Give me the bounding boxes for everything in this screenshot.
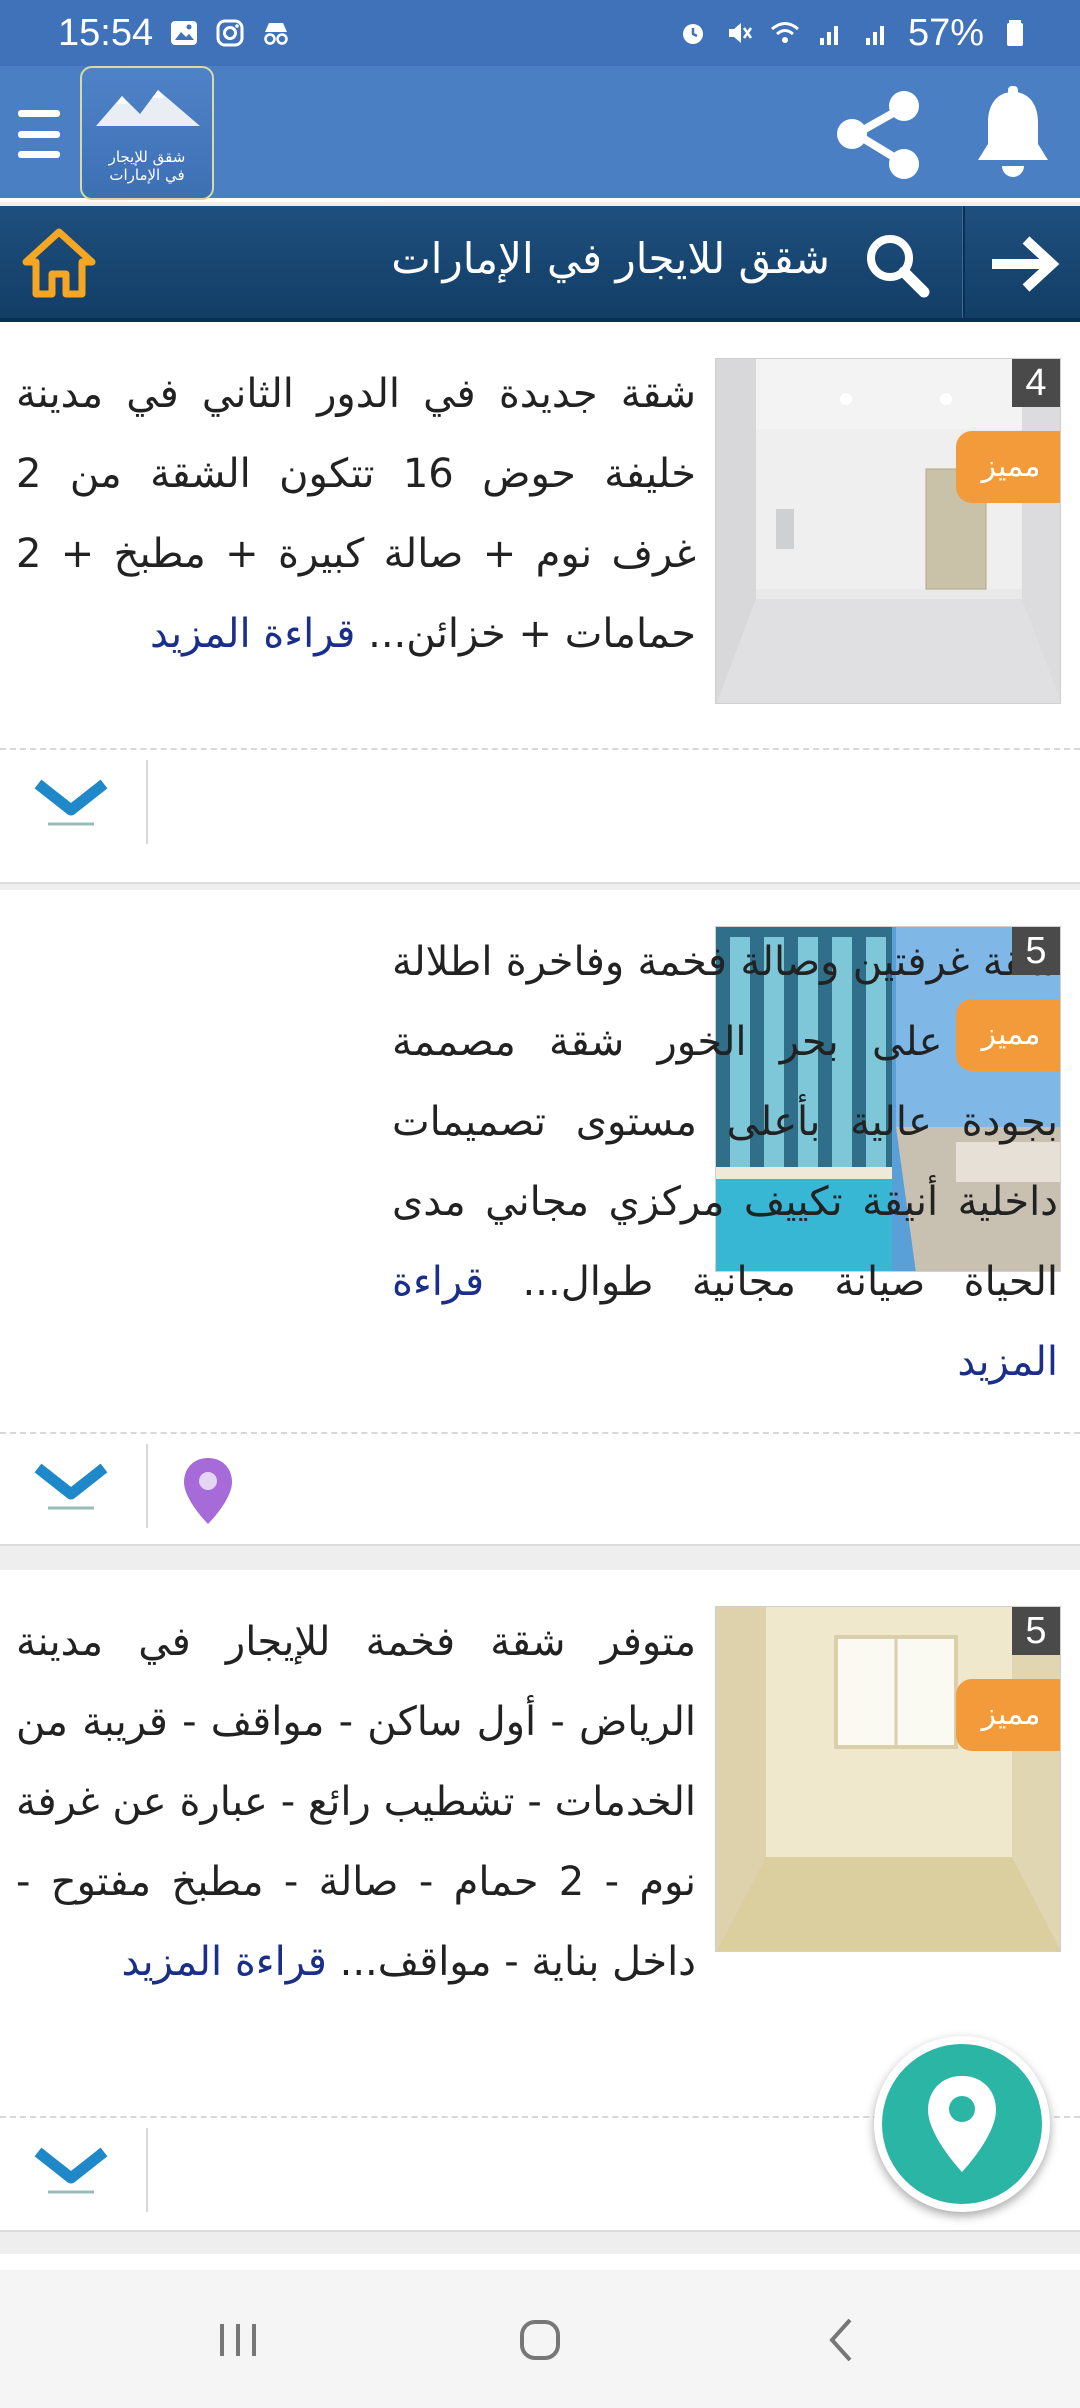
action-separator [146,1444,148,1528]
back-icon[interactable] [812,2310,872,2370]
system-nav-bar [0,2270,1080,2408]
mountain-icon [96,90,200,126]
chevron-down-icon[interactable] [34,2144,108,2198]
location-pin-icon [928,2076,996,2172]
home-button-icon[interactable] [510,2310,570,2370]
incognito-icon [264,23,288,45]
battery-percent: 57% [907,11,984,54]
action-separator [146,760,148,844]
battery-icon [1007,20,1023,46]
menu-icon[interactable] [18,106,60,162]
featured-badge: مميز [956,431,1060,503]
alarm-icon [682,24,703,44]
app-bar: شقق للإيجار في الإمارات [0,66,1080,202]
logo-line2: في الإمارات [109,166,185,184]
read-more-link[interactable]: قراءة المزيد [121,1939,326,1985]
share-icon[interactable] [828,84,928,184]
search-icon[interactable] [862,230,932,300]
photo-count: 4 [1012,359,1060,407]
logo-line1: شقق للإيجار [108,148,186,166]
status-time: 15:54 [58,11,154,54]
listing-description: شقة جديدة في الدور الثاني في مدينة خليفة… [16,354,696,674]
listing-photo[interactable]: 4 مميز [715,358,1061,704]
listing-photo[interactable]: 5 مميز [715,1606,1061,1952]
signal-icon [819,26,838,45]
listing-description: شقة غرفتين وصالة فخمة وفاخرة اطلالة رائع… [22,922,1058,1402]
home-icon[interactable] [22,228,96,298]
card-actions [0,1434,1080,1530]
apartment-photo [716,359,1060,703]
status-bar: 15:54 57% [0,0,1080,66]
search-bar-separator [962,206,965,318]
mute-icon [728,23,752,43]
notification-bell-icon[interactable] [970,86,1056,182]
instagram-icon [216,19,244,47]
chevron-down-icon[interactable] [34,1460,108,1514]
recent-apps-icon[interactable] [208,2310,268,2370]
app-logo[interactable]: شقق للإيجار في الإمارات [80,66,214,200]
forward-arrow-icon[interactable] [988,234,1060,294]
gallery-icon [171,21,198,45]
description-text: شقة غرفتين وصالة فخمة وفاخرة اطلالة رائع… [392,939,1058,1305]
map-fab-button[interactable] [874,2036,1050,2212]
listing-card[interactable]: 5 مميز شقة غرفتين وصالة فخمة وفاخرة اطلا… [0,890,1080,1546]
description-text: شقة جديدة في الدور الثاني في مدينة خليفة… [16,371,696,657]
photo-count: 5 [1012,1607,1060,1655]
page-title: شقق للايجار في الإمارات [391,234,830,283]
featured-badge: مميز [956,999,1060,1071]
card-actions [0,750,1080,846]
wifi-icon [770,22,799,43]
listing-card[interactable] [0,2254,1080,2270]
description-text: متوفر شقة فخمة للإيجار في مدينة الرياض -… [16,1619,696,1985]
location-pin-icon[interactable] [180,1456,236,1526]
photo-count: 5 [1012,927,1060,975]
search-bar: شقق للايجار في الإمارات [0,206,1080,322]
listing-description: متوفر شقة فخمة للإيجار في مدينة الرياض -… [16,1602,696,2002]
empty-room-photo [716,1607,1060,1951]
featured-badge: مميز [956,1679,1060,1751]
listing-card[interactable]: 4 مميز شقة جديدة في الدور الثاني في مدين… [0,322,1080,884]
read-more-link[interactable]: قراءة المزيد [150,611,355,657]
chevron-down-icon[interactable] [34,776,108,830]
action-separator [146,2128,148,2212]
signal-2-icon [865,26,884,45]
